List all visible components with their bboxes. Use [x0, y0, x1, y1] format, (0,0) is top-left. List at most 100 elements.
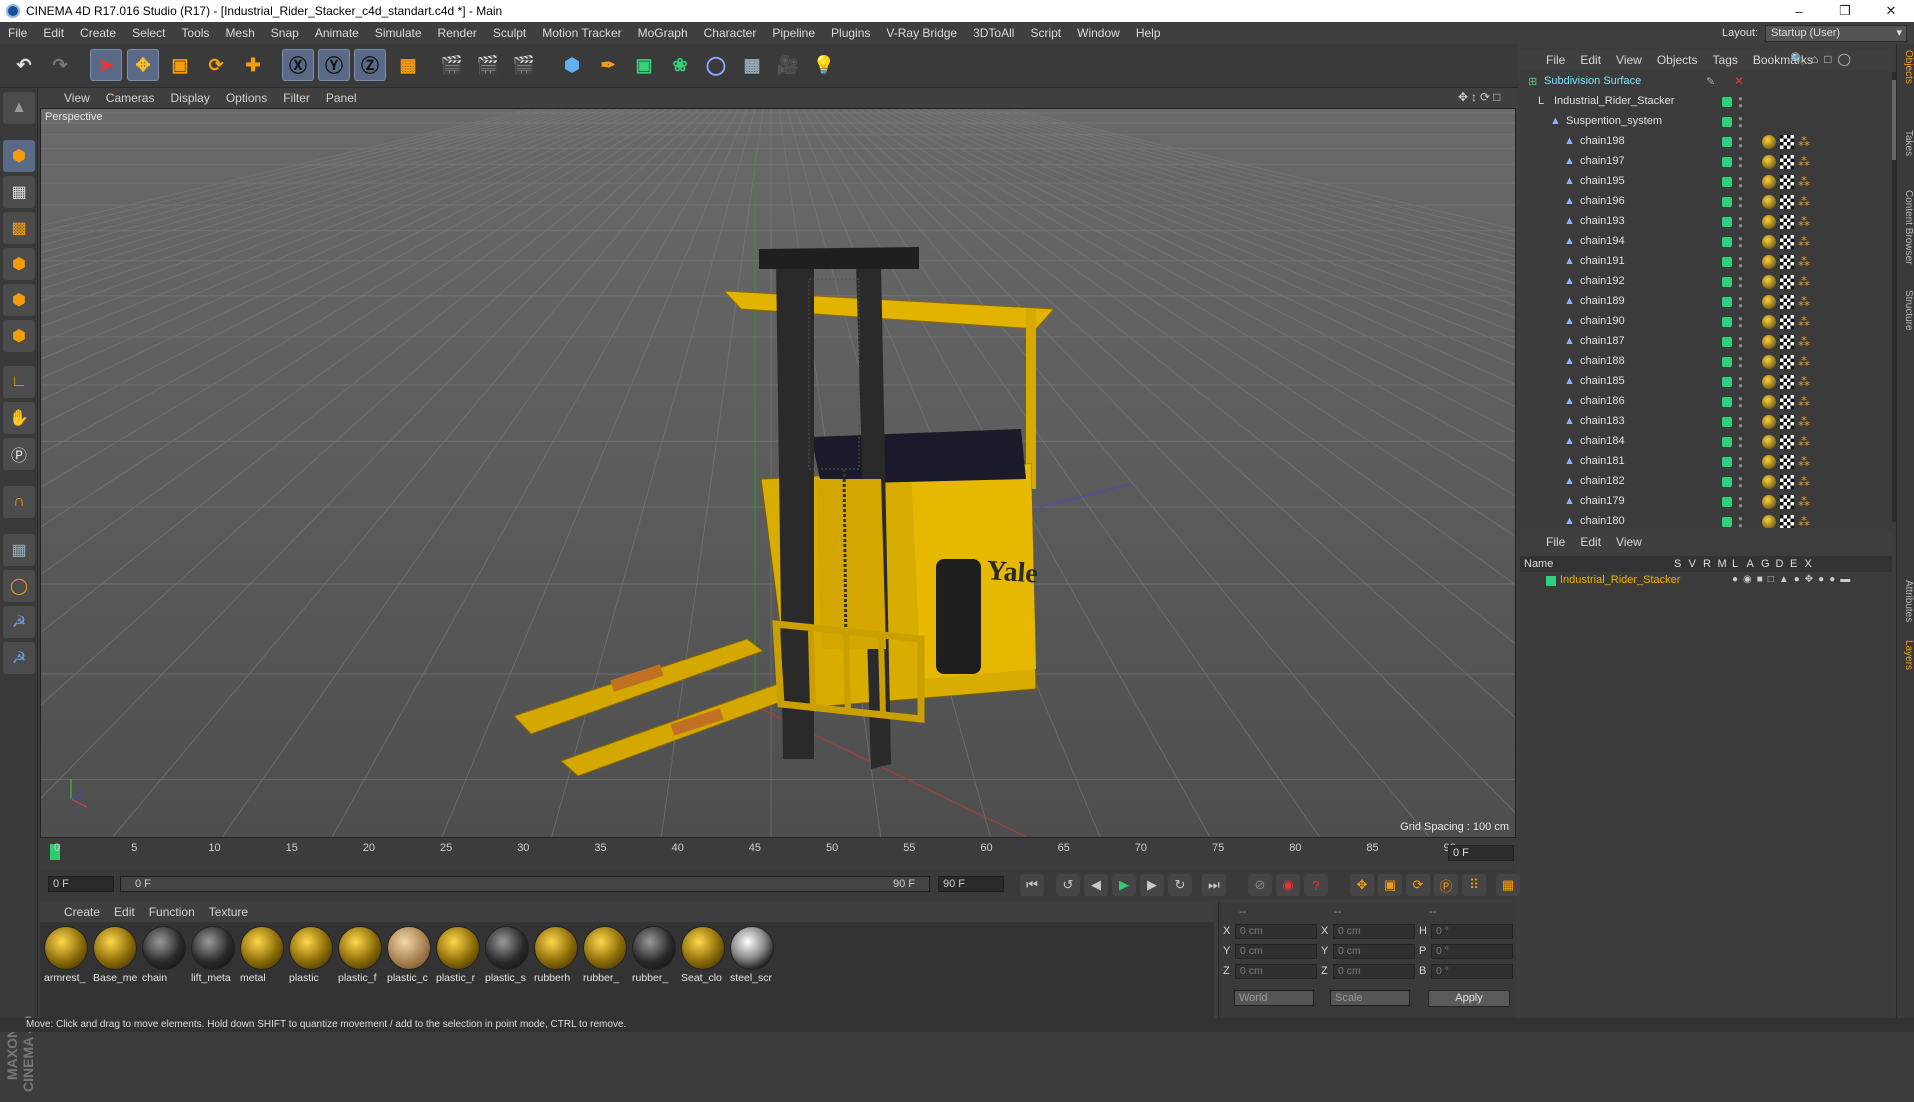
visibility-dot[interactable] [1722, 217, 1732, 227]
right-tab-content-browser[interactable]: Content Browser [1898, 190, 1914, 264]
sculpt-mode-icon[interactable]: ▲ [3, 92, 35, 124]
key-scale-icon[interactable]: ▣ [1378, 874, 1402, 896]
timeline-window-icon[interactable]: ▦ [1496, 874, 1520, 896]
object-row[interactable]: ▲ chain186 ● ● ⁂ [1520, 392, 1892, 412]
record-keys-icon[interactable]: ⊘ [1248, 874, 1272, 896]
x-axis-icon[interactable]: Ⓧ [282, 49, 314, 81]
visibility-dot[interactable] [1722, 177, 1732, 187]
menu-window[interactable]: Window [1069, 26, 1128, 40]
object-row[interactable]: ⊞ Subdivision Surface ✎ ✕ [1520, 72, 1892, 92]
grid-icon[interactable]: ▦ [3, 534, 35, 566]
object-row[interactable]: ▲ chain182 ● ● ⁂ [1520, 472, 1892, 492]
uvw-tag-icon[interactable]: ⁂ [1798, 235, 1810, 249]
uvw-tag-icon[interactable]: ⁂ [1798, 215, 1810, 229]
snap-icon[interactable]: Ⓟ [3, 438, 35, 470]
object-row[interactable]: ▲ chain184 ● ● ⁂ [1520, 432, 1892, 452]
render-settings-icon[interactable]: 🎬 [508, 49, 540, 81]
checker-tag-icon[interactable] [1780, 255, 1794, 269]
timeline-ruler[interactable]: 051015202530354045505560657075808590 [40, 840, 1516, 870]
viewport-menu-display[interactable]: Display [170, 91, 209, 105]
key-param-icon[interactable]: Ⓟ [1434, 874, 1458, 896]
viewport-nav-icons[interactable]: ✥↕⟳□ [1458, 90, 1503, 104]
object-row[interactable]: ▲ chain180 ● ● ⁂ [1520, 512, 1892, 528]
key-pla-icon[interactable]: ⠿ [1462, 874, 1486, 896]
menu-character[interactable]: Character [696, 26, 765, 40]
previous-frame-icon[interactable]: ◀ [1084, 874, 1108, 896]
uvw-tag-icon[interactable]: ⁂ [1798, 375, 1810, 389]
uvw-tag-icon[interactable]: ⁂ [1798, 415, 1810, 429]
move-icon[interactable]: ✥ [127, 49, 159, 81]
material-tag-icon[interactable] [1762, 315, 1776, 329]
material-tag-icon[interactable] [1762, 395, 1776, 409]
checker-tag-icon[interactable] [1780, 135, 1794, 149]
coord-value-field[interactable]: 0 cm [1235, 924, 1317, 939]
right-tab-objects[interactable]: Objects [1898, 50, 1914, 84]
visibility-dot[interactable] [1722, 297, 1732, 307]
material-tag-icon[interactable] [1762, 435, 1776, 449]
object-menu-file[interactable]: File [1546, 53, 1565, 67]
play-icon[interactable]: ▶ [1112, 874, 1136, 896]
object-row[interactable]: ▲ chain183 ● ● ⁂ [1520, 412, 1892, 432]
material-tag-icon[interactable] [1762, 235, 1776, 249]
visibility-dot[interactable] [1722, 277, 1732, 287]
visibility-dot[interactable] [1722, 417, 1732, 427]
material-item[interactable]: plastic [289, 926, 335, 988]
visibility-dot[interactable] [1722, 117, 1732, 127]
world-select[interactable]: World [1234, 990, 1314, 1006]
menu-simulate[interactable]: Simulate [367, 26, 430, 40]
menu-pipeline[interactable]: Pipeline [764, 26, 823, 40]
material-tag-icon[interactable] [1762, 375, 1776, 389]
viewport-menu-options[interactable]: Options [226, 91, 267, 105]
material-item[interactable]: armrest_ [44, 926, 90, 988]
coord-value-field[interactable]: 0 cm [1235, 964, 1317, 979]
object-row[interactable]: ▲ chain191 ● ● ⁂ [1520, 252, 1892, 272]
object-row[interactable]: ▲ chain190 ● ● ⁂ [1520, 312, 1892, 332]
apply-button[interactable]: Apply [1428, 990, 1510, 1007]
material-item[interactable]: metal [240, 926, 286, 988]
material-tag-icon[interactable] [1762, 275, 1776, 289]
object-menu-objects[interactable]: Objects [1657, 53, 1698, 67]
uvw-tag-icon[interactable]: ⁂ [1798, 515, 1810, 528]
checker-tag-icon[interactable] [1780, 495, 1794, 509]
menu-v-ray-bridge[interactable]: V-Ray Bridge [878, 26, 965, 40]
checker-tag-icon[interactable] [1780, 515, 1794, 528]
pen-icon[interactable]: ✒ [592, 49, 624, 81]
checker-tag-icon[interactable] [1780, 415, 1794, 429]
minimize-button[interactable]: – [1776, 0, 1822, 22]
object-row[interactable]: ▲ chain194 ● ● ⁂ [1520, 232, 1892, 252]
visibility-dot[interactable] [1722, 97, 1732, 107]
uvw-tag-icon[interactable]: ⁂ [1798, 175, 1810, 189]
checker-tag-icon[interactable] [1780, 175, 1794, 189]
viewport-perspective[interactable]: Yale Perspective Grid Spacing : 100 cm [40, 108, 1516, 838]
object-row[interactable]: ▲ Suspention_system ● ● [1520, 112, 1892, 132]
coord-value-field[interactable]: 0 ° [1431, 944, 1513, 959]
edit-toggle-icon[interactable]: ✎ [1706, 75, 1715, 88]
layer-row[interactable]: Industrial_Rider_Stacker ●◉■□▲●✥●●▬ [1520, 572, 1892, 590]
polygons-mode-icon[interactable]: ⬢ [3, 320, 35, 352]
menu-mesh[interactable]: Mesh [217, 26, 262, 40]
workplane-icon[interactable]: ▩ [3, 212, 35, 244]
coord-value-field[interactable]: 0 cm [1235, 944, 1317, 959]
right-tab-takes[interactable]: Takes [1898, 130, 1914, 156]
checker-tag-icon[interactable] [1780, 315, 1794, 329]
menu-script[interactable]: Script [1022, 26, 1069, 40]
viewport-menu-view[interactable]: View [64, 91, 90, 105]
material-tag-icon[interactable] [1762, 455, 1776, 469]
material-tag-icon[interactable] [1762, 195, 1776, 209]
object-row[interactable]: ▲ chain179 ● ● ⁂ [1520, 492, 1892, 512]
uvw-tag-icon[interactable]: ⁂ [1798, 315, 1810, 329]
end-frame-field[interactable]: 90 F [938, 876, 1004, 892]
object-row[interactable]: ▲ chain188 ● ● ⁂ [1520, 352, 1892, 372]
texture-mode-icon[interactable]: ▦ [3, 176, 35, 208]
object-menu-view[interactable]: View [1616, 53, 1642, 67]
checker-tag-icon[interactable] [1780, 295, 1794, 309]
material-menu-function[interactable]: Function [149, 905, 195, 919]
material-tag-icon[interactable] [1762, 175, 1776, 189]
deformer-icon[interactable]: ◯ [700, 49, 732, 81]
material-menu-edit[interactable]: Edit [114, 905, 135, 919]
visibility-dot[interactable] [1722, 317, 1732, 327]
material-item[interactable]: plastic_s [485, 926, 531, 988]
material-menu-create[interactable]: Create [64, 905, 100, 919]
material-item[interactable]: Seat_clo [681, 926, 727, 988]
material-tag-icon[interactable] [1762, 295, 1776, 309]
